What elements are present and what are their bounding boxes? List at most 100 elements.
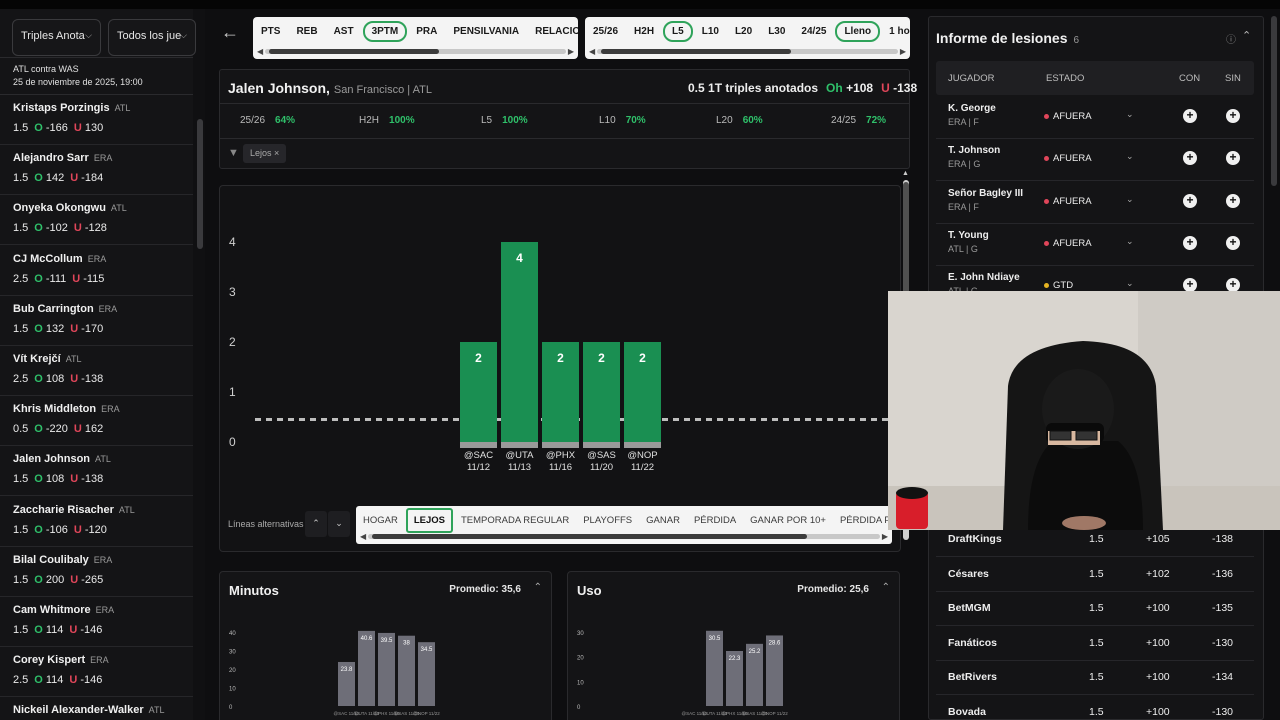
range-tab[interactable]: L30 — [761, 23, 792, 40]
player-row[interactable]: Cam Whitmore ERA 1.5 O 114 U -146 — [0, 597, 193, 647]
injury-player-team: ERA | F — [948, 201, 979, 212]
range-tab[interactable]: L20 — [728, 23, 759, 40]
range-tab[interactable]: L5 — [663, 21, 693, 42]
minutes-chart: 01020304023.8@SAC 11/1240.6@UTA 11/1339.… — [229, 630, 440, 716]
over-odds: +108 — [846, 81, 874, 95]
range-tab[interactable]: Lleno — [835, 21, 881, 42]
over-label: O — [34, 322, 43, 335]
split-tab[interactable]: GANAR — [640, 510, 686, 531]
y-tick-label: 1 — [229, 385, 236, 399]
split-tab[interactable]: PÉRDIDA POR 10+ — [834, 510, 892, 531]
alt-line-up-button[interactable]: ⌃ — [305, 511, 327, 537]
scroll-left-icon[interactable]: ◀ — [589, 47, 595, 56]
split-tab-scrollbar[interactable]: ◀ ▶ — [360, 532, 888, 541]
stat-tab[interactable]: 3PTM — [362, 21, 408, 42]
range-tab[interactable]: 24/25 — [794, 23, 833, 40]
scroll-left-icon[interactable]: ◀ — [257, 47, 263, 56]
player-row[interactable]: Vít Krejčí ATL 2.5 O 108 U -138 — [0, 346, 193, 396]
scroll-left-icon[interactable]: ◀ — [360, 532, 366, 541]
stat-tab-scrollbar[interactable]: ◀ ▶ — [257, 47, 574, 56]
over-odds: 142 — [45, 172, 65, 185]
stat-tab[interactable]: PTS — [254, 23, 287, 40]
range-tab[interactable]: H2H — [627, 23, 661, 40]
without-plus-icon[interactable]: + — [1226, 109, 1240, 123]
scroll-right-icon[interactable]: ▶ — [882, 532, 888, 541]
sportsbook-name: DraftKings — [948, 533, 1002, 545]
injury-row[interactable]: Señor Bagley III ERA | F AFUERA ⌄ + + — [936, 182, 1254, 224]
stat-tab[interactable]: PRA — [409, 23, 444, 40]
stat-tab[interactable]: PENSILVANIA — [446, 23, 526, 40]
split-tab[interactable]: TEMPORADA REGULAR — [455, 510, 575, 531]
over-odds: 200 — [45, 573, 65, 586]
player-row[interactable]: Jalen Johnson ATL 1.5 O 108 U -138 — [0, 446, 193, 497]
sportsbook-row[interactable]: Fanáticos 1.5 +100 -130 — [936, 626, 1254, 661]
close-icon[interactable]: × — [274, 148, 279, 158]
player-row[interactable]: Corey Kispert ERA 2.5 O 114 U -146 — [0, 647, 193, 698]
split-tab[interactable]: PÉRDIDA — [688, 510, 742, 531]
under-odds: -138 — [81, 373, 104, 385]
stat-tab[interactable]: REB — [289, 23, 324, 40]
chevron-down-icon[interactable]: ⌄ — [1126, 278, 1134, 289]
sportsbook-row[interactable]: Césares 1.5 +102 -136 — [936, 557, 1254, 592]
without-plus-icon[interactable]: + — [1226, 193, 1240, 208]
sportsbook-row[interactable]: BetMGM 1.5 +100 -135 — [936, 591, 1254, 627]
player-name: Alejandro Sarr — [13, 152, 89, 165]
hit-rate-label: H2H — [359, 115, 380, 126]
without-plus-icon[interactable]: + — [1226, 235, 1240, 250]
under-label: U — [73, 423, 82, 436]
split-tab[interactable]: PLAYOFFS — [577, 510, 638, 531]
player-row[interactable]: Zaccharie Risacher ATL 1.5 O -106 U -120 — [0, 497, 193, 547]
back-arrow-icon[interactable]: ← — [221, 22, 243, 52]
info-icon[interactable]: ⓘ — [1226, 31, 1236, 46]
players-dropdown[interactable]: Todos los jue ⌵ — [108, 19, 196, 56]
player-row[interactable]: Bub Carrington ERA 1.5 O 132 U -170 — [0, 296, 193, 346]
chevron-down-icon[interactable]: ⌄ — [1126, 109, 1134, 120]
game-header[interactable]: ATL contra WAS 25 de noviembre de 2025, … — [0, 57, 193, 95]
without-plus-icon[interactable]: + — [1226, 151, 1240, 166]
injury-row[interactable]: T. Young ATL | G AFUERA ⌄ + + — [936, 224, 1254, 266]
player-row[interactable]: Khris Middleton ERA 0.5 O -220 U 162 — [0, 396, 193, 447]
player-row[interactable]: Onyeka Okongwu ATL 1.5 O -102 U -128 — [0, 195, 193, 246]
stat-tab[interactable]: RELACIONES I — [528, 23, 578, 40]
y-tick-label: 4 — [229, 235, 236, 249]
injury-row[interactable]: T. Johnson ERA | G AFUERA ⌄ + + — [936, 139, 1254, 182]
chevron-down-icon[interactable]: ⌄ — [1126, 194, 1134, 205]
range-tab[interactable]: 1 ho — [882, 23, 910, 40]
with-plus-icon[interactable]: + — [1183, 235, 1197, 250]
line-value: 1.5 — [13, 172, 29, 185]
scroll-right-icon[interactable]: ▶ — [568, 47, 574, 56]
with-plus-icon[interactable]: + — [1183, 193, 1197, 208]
player-row[interactable]: Alejandro Sarr ERA 1.5 O 142 U -184 — [0, 145, 193, 196]
filter-chip[interactable]: Lejos × — [243, 144, 287, 163]
split-tab[interactable]: HOGAR — [357, 510, 404, 531]
player-odds: 1.5 O 108 U -138 — [13, 473, 193, 485]
market-dropdown[interactable]: Triples Anota ⌵ — [12, 19, 101, 56]
right-scrollbar[interactable] — [1271, 16, 1277, 186]
sidebar-scrollbar[interactable] — [197, 119, 203, 249]
filter-icon[interactable]: ▼ — [228, 147, 239, 159]
player-row[interactable]: Kristaps Porzingis ATL 1.5 O -166 U 130 — [0, 95, 193, 145]
scroll-right-icon[interactable]: ▶ — [900, 47, 906, 56]
stat-tab[interactable]: AST — [327, 23, 361, 40]
sportsbook-over: +100 — [1146, 671, 1170, 684]
with-plus-icon[interactable]: + — [1183, 109, 1197, 123]
player-row[interactable]: Bilal Coulibaly ERA 1.5 O 200 U -265 — [0, 547, 193, 597]
player-row[interactable]: Nickeil Alexander-Walker ATL — [0, 697, 193, 720]
alt-line-down-button[interactable]: ⌄ — [328, 511, 350, 537]
sportsbook-row[interactable]: BetRivers 1.5 +100 -134 — [936, 660, 1254, 696]
chevron-up-icon[interactable]: ⌃ — [1242, 29, 1251, 42]
sportsbook-name: Fanáticos — [948, 636, 998, 649]
range-tab[interactable]: 25/26 — [586, 23, 625, 40]
injury-row[interactable]: K. George ERA | F AFUERA ⌄ + + — [936, 97, 1254, 139]
split-tab[interactable]: LEJOS — [405, 508, 453, 533]
chevron-down-icon[interactable]: ⌄ — [1126, 236, 1134, 247]
stat-tab-row: PTSREBAST3PTMPRAPENSILVANIARELACIONES I — [253, 21, 578, 42]
with-plus-icon[interactable]: + — [1183, 151, 1197, 166]
split-tab[interactable]: GANAR POR 10+ — [744, 510, 832, 531]
chevron-down-icon[interactable]: ⌄ — [1126, 151, 1134, 162]
status-dot-icon — [1044, 113, 1049, 119]
sportsbook-row[interactable]: Bovada 1.5 +100 -130 — [936, 695, 1254, 720]
range-tab-scrollbar[interactable]: ◀ ▶ — [589, 47, 906, 56]
range-tab[interactable]: L10 — [695, 23, 726, 40]
player-row[interactable]: CJ McCollum ERA 2.5 O -111 U -115 — [0, 246, 193, 296]
